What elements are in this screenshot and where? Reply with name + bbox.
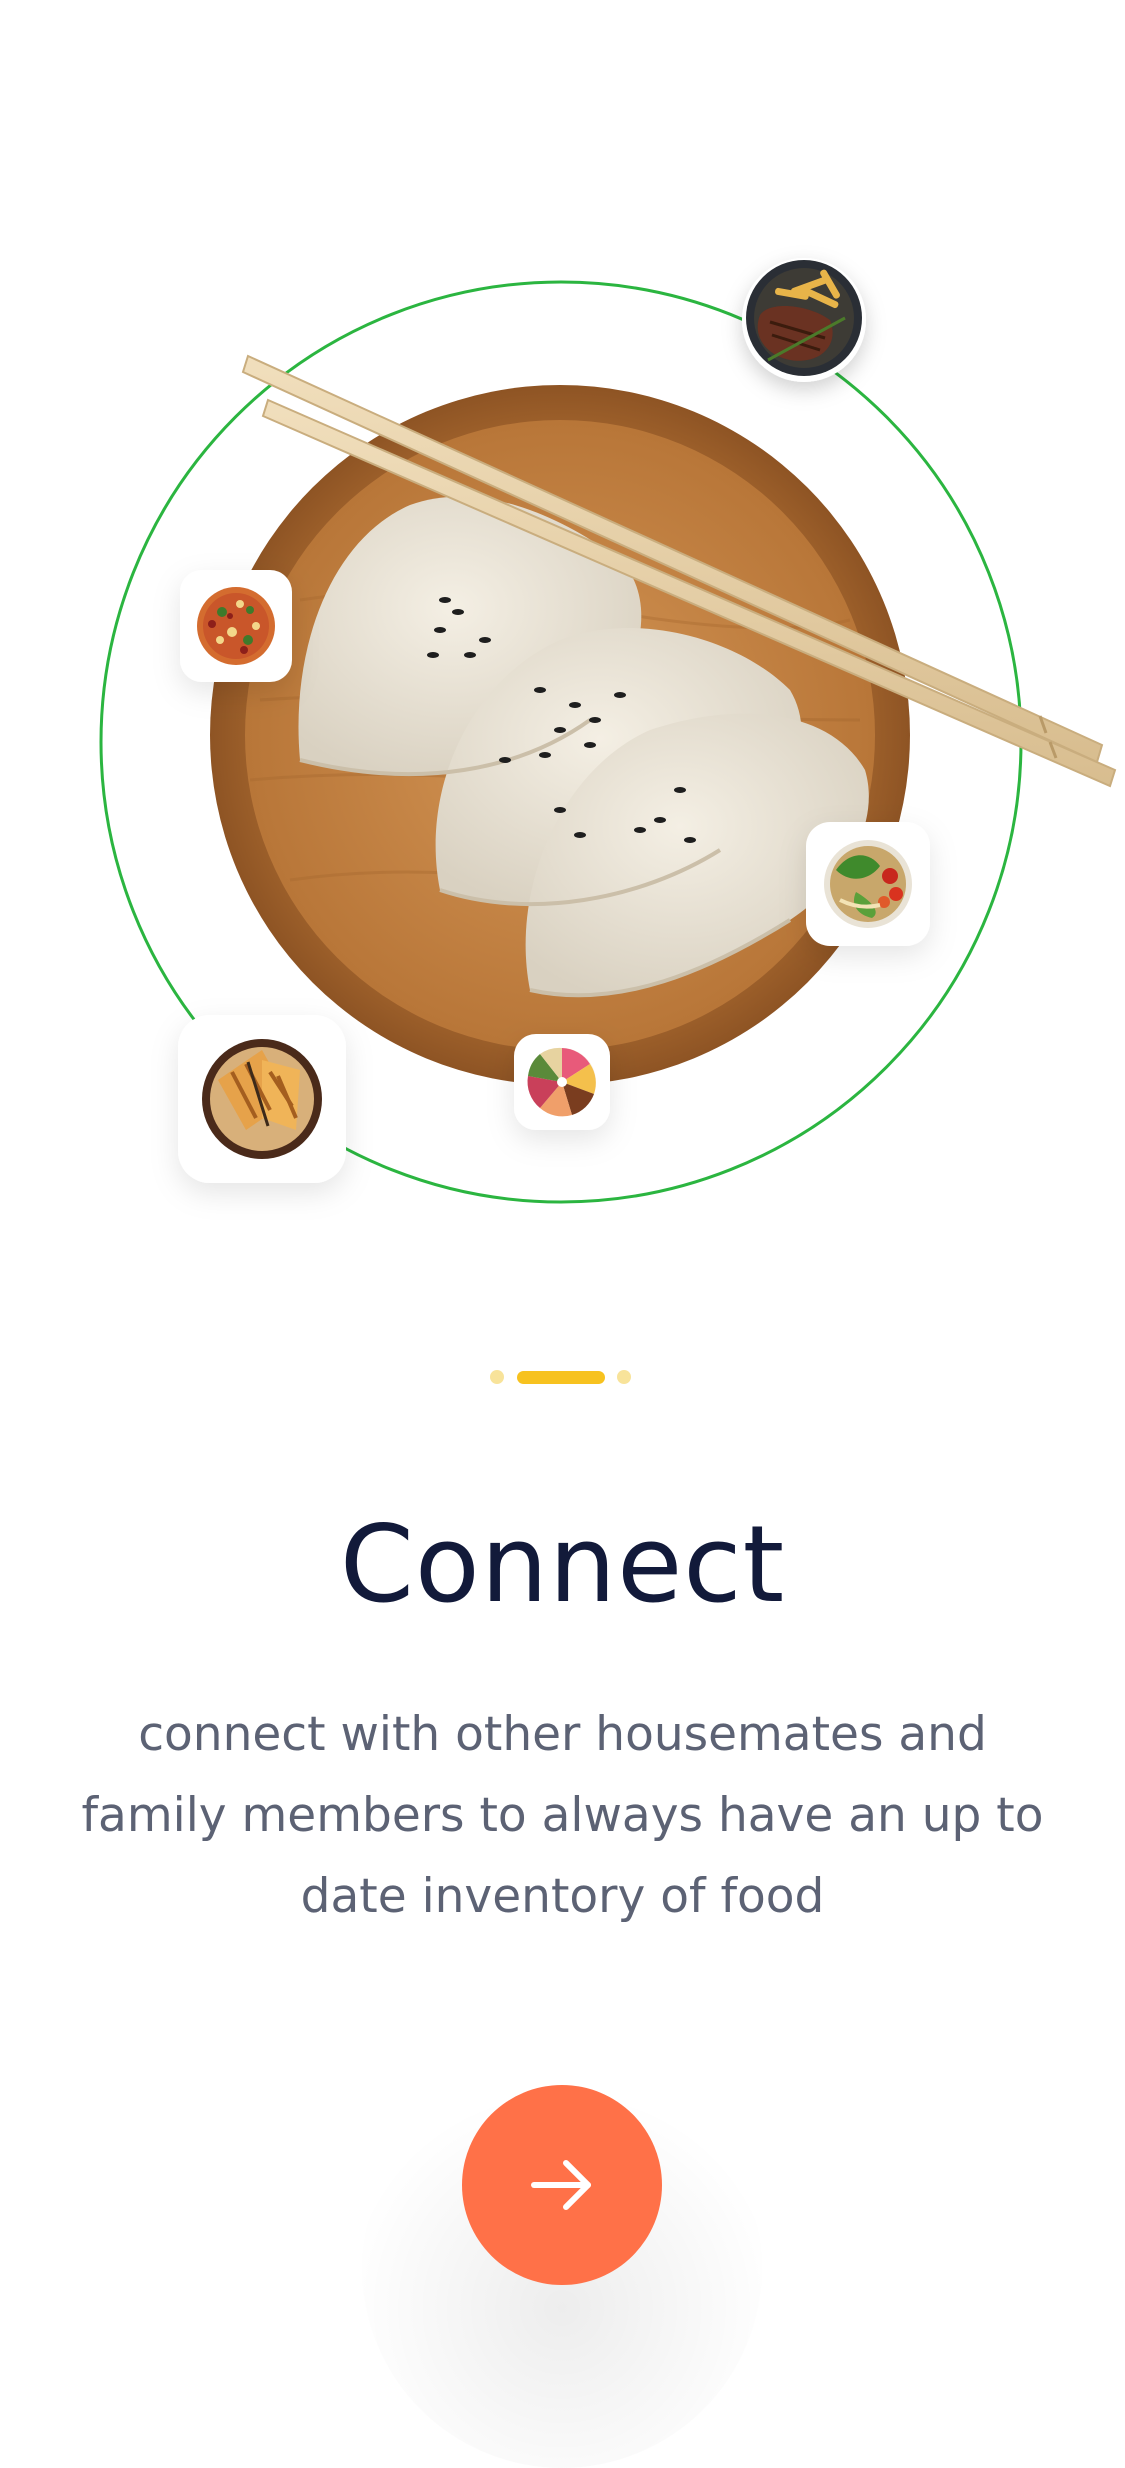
pizza-icon (180, 570, 292, 682)
page-title: Connect (339, 1503, 786, 1626)
page-description: connect with other housemates and family… (81, 1707, 1044, 1924)
next-button[interactable] (462, 2085, 662, 2285)
page-dot-1[interactable] (490, 1370, 504, 1384)
salad-bowl-icon (806, 822, 930, 946)
steak-and-fries-icon (742, 258, 866, 382)
page-dot-2-active[interactable] (517, 1371, 605, 1384)
arrow-right-icon (531, 2160, 591, 2210)
hero-svg (99, 258, 1117, 1204)
cake-icon (514, 1034, 610, 1130)
grilled-sandwich-icon (178, 1015, 346, 1183)
page-dot-3[interactable] (617, 1370, 631, 1384)
page-indicator (0, 1366, 1125, 1386)
hero-illustration (0, 0, 1125, 1260)
